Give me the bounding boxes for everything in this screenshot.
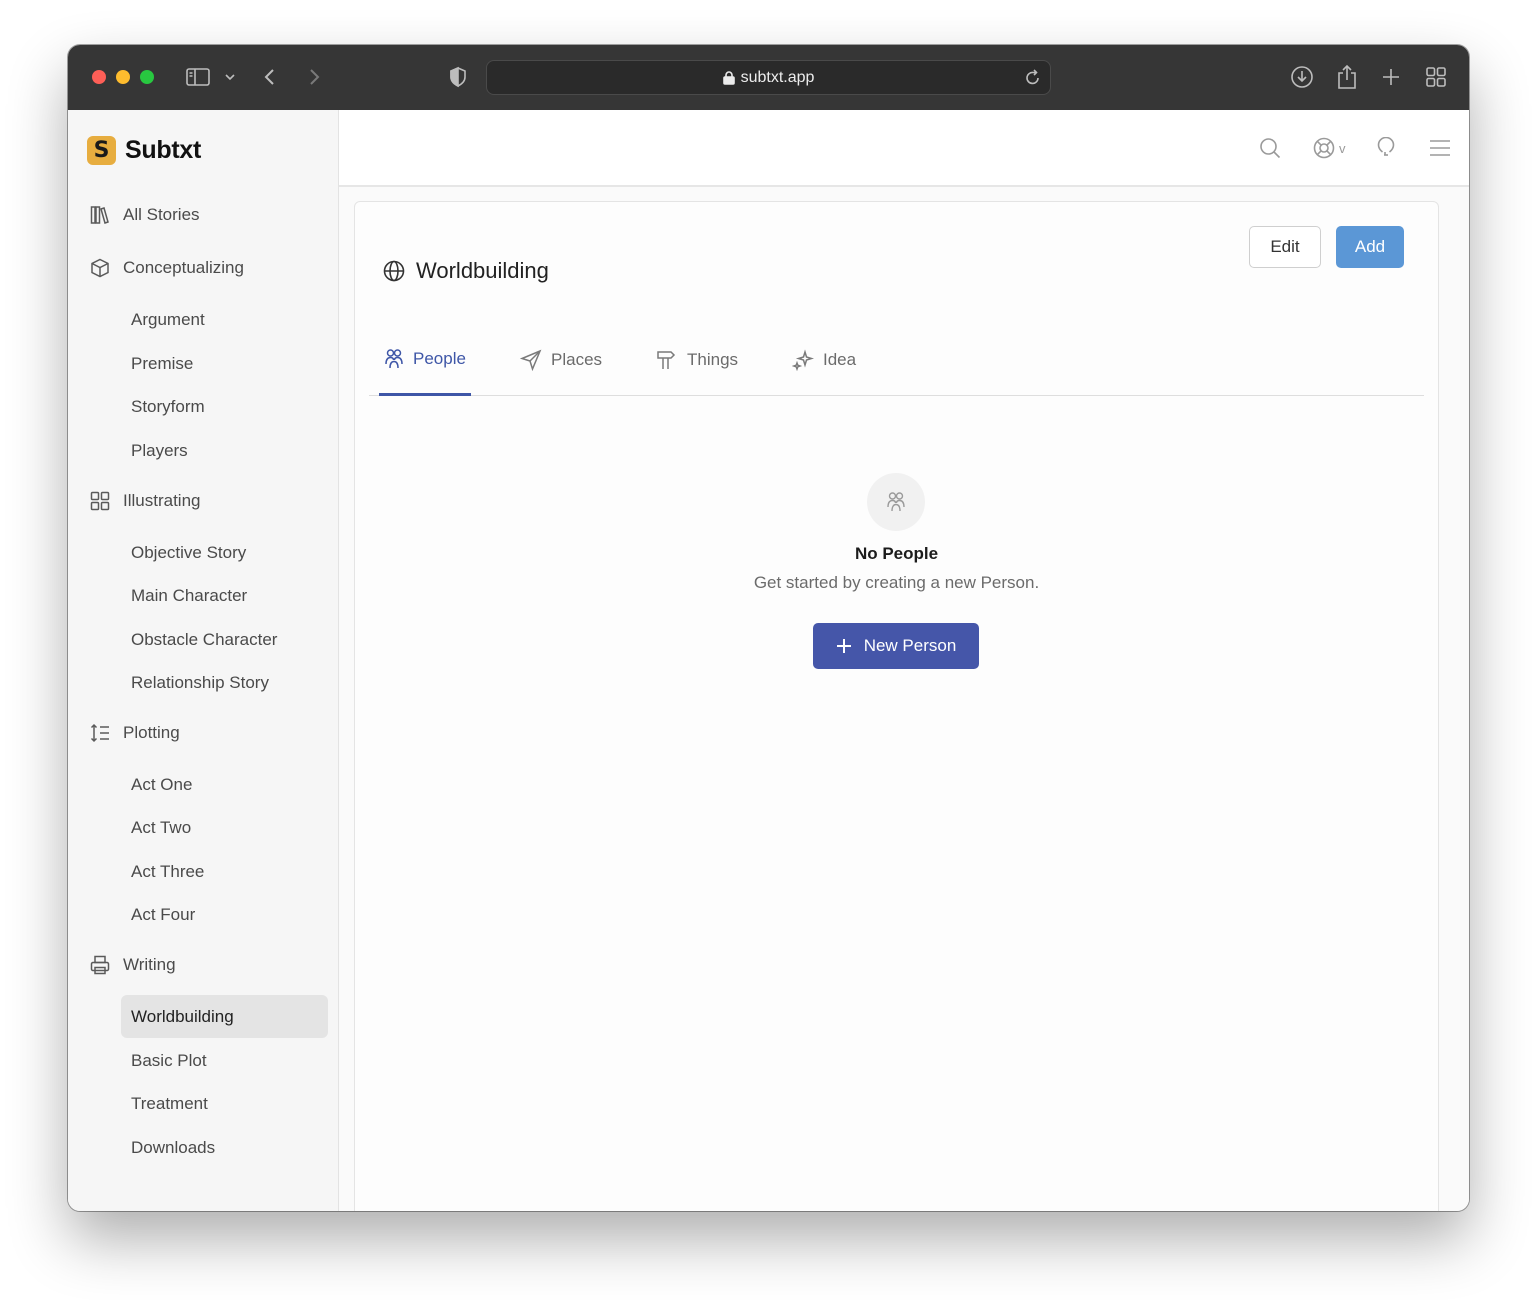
empty-state-people-icon — [867, 473, 925, 531]
privacy-shield-icon[interactable] — [445, 64, 471, 90]
tab-places[interactable]: Places — [515, 332, 607, 396]
cube-icon — [91, 258, 109, 278]
sidebar-section-label: Writing — [123, 955, 176, 974]
minimize-window-button[interactable] — [116, 70, 130, 84]
back-icon[interactable] — [257, 64, 283, 90]
tab-label: Idea — [823, 350, 857, 369]
empty-state-title: No People — [854, 544, 939, 563]
new-person-label: New Person — [863, 636, 957, 655]
navigation-icon — [520, 349, 542, 371]
sidebar-item-act-three[interactable]: Act Three — [121, 850, 328, 893]
sidebar-section-label: Plotting — [123, 723, 180, 742]
help-lifebuoy-icon[interactable]: v — [1313, 135, 1346, 161]
sidebar-item-act-one[interactable]: Act One — [121, 763, 328, 806]
sidebar-item-basic-plot[interactable]: Basic Plot — [121, 1039, 328, 1082]
sidebar-section-label: Illustrating — [123, 491, 201, 510]
add-button[interactable]: Add — [1336, 226, 1404, 268]
sidebar-all-stories[interactable]: All Stories — [90, 201, 200, 229]
zoom-window-button[interactable] — [140, 70, 154, 84]
chevron-down-icon[interactable] — [217, 64, 243, 90]
sidebar-item-premise[interactable]: Premise — [121, 342, 328, 385]
app-header: v — [339, 110, 1469, 187]
sidebar-section-plotting[interactable]: Plotting — [90, 719, 180, 747]
tab-label: Places — [551, 350, 603, 369]
tab-things[interactable]: Things — [651, 332, 743, 396]
sidebar-section-writing[interactable]: Writing — [90, 951, 176, 979]
sort-list-icon — [90, 723, 109, 743]
reload-icon[interactable] — [1024, 67, 1042, 92]
chevron-down-icon: v — [1339, 140, 1346, 156]
sidebar-section-illustrating[interactable]: Illustrating — [90, 487, 200, 515]
worldbuilding-panel: Worldbuilding Edit Add People Places Thi… — [354, 201, 1439, 1211]
printer-icon — [90, 955, 110, 975]
share-icon[interactable] — [1334, 64, 1360, 90]
tab-people[interactable]: People — [379, 332, 471, 396]
app-logo[interactable]: S Subtxt — [87, 136, 201, 165]
lock-icon — [722, 70, 735, 85]
close-window-button[interactable] — [92, 70, 106, 84]
sidebar-item-obstacle-character[interactable]: Obstacle Character — [121, 618, 328, 661]
new-tab-icon[interactable] — [1378, 64, 1404, 90]
page-title: Worldbuilding — [383, 258, 549, 284]
browser-toolbar: subtxt.app — [68, 45, 1469, 110]
sidebar-item-objective-story[interactable]: Objective Story — [121, 531, 328, 574]
sidebar-section-label: All Stories — [123, 205, 200, 224]
sidebar-item-argument[interactable]: Argument — [121, 298, 328, 341]
worldbuilding-tabs: People Places Things Idea — [369, 332, 1424, 396]
sidebar-item-worldbuilding[interactable]: Worldbuilding — [121, 995, 328, 1038]
sidebar-toggle-icon[interactable] — [185, 64, 211, 90]
lightbulb-icon[interactable] — [1376, 135, 1396, 161]
sparkles-icon — [792, 349, 814, 371]
browser-window: subtxt.app S Subtxt All Stories Conceptu… — [68, 45, 1469, 1211]
logo-mark: S — [87, 136, 116, 165]
tab-overview-icon[interactable] — [1423, 64, 1449, 90]
sidebar-item-storyform[interactable]: Storyform — [121, 385, 328, 428]
app-name: Subtxt — [125, 136, 201, 164]
sidebar-section-conceptualizing[interactable]: Conceptualizing — [90, 254, 244, 282]
sidebar-item-relationship-story[interactable]: Relationship Story — [121, 661, 328, 704]
signpost-icon — [657, 351, 676, 369]
globe-icon — [383, 260, 405, 282]
sidebar-item-downloads[interactable]: Downloads — [121, 1126, 328, 1169]
sidebar-item-players[interactable]: Players — [121, 429, 328, 472]
url-text: subtxt.app — [740, 68, 815, 86]
sidebar: S Subtxt All Stories Conceptualizing Arg… — [68, 110, 339, 1211]
sidebar-item-treatment[interactable]: Treatment — [121, 1082, 328, 1125]
menu-icon[interactable] — [1429, 135, 1451, 161]
new-person-button[interactable]: New Person — [813, 623, 979, 669]
library-icon — [90, 206, 109, 224]
sidebar-item-act-two[interactable]: Act Two — [121, 806, 328, 849]
main-content: v Worldbuilding Edit Add People Places T… — [339, 110, 1469, 1211]
address-bar[interactable]: subtxt.app — [486, 60, 1051, 95]
tab-idea[interactable]: Idea — [787, 332, 861, 396]
search-icon[interactable] — [1259, 135, 1281, 161]
empty-state-subtitle: Get started by creating a new Person. — [753, 573, 1040, 592]
sidebar-section-label: Conceptualizing — [123, 258, 244, 277]
edit-button[interactable]: Edit — [1249, 226, 1321, 268]
forward-icon[interactable] — [301, 64, 327, 90]
tab-label: Things — [687, 350, 739, 369]
downloads-icon[interactable] — [1289, 64, 1315, 90]
grid-icon — [90, 491, 110, 511]
people-icon — [385, 348, 403, 368]
sidebar-item-act-four[interactable]: Act Four — [121, 893, 328, 936]
tab-label: People — [413, 348, 466, 368]
plus-icon — [836, 639, 851, 653]
sidebar-item-main-character[interactable]: Main Character — [121, 574, 328, 617]
page-title-text: Worldbuilding — [416, 258, 549, 283]
